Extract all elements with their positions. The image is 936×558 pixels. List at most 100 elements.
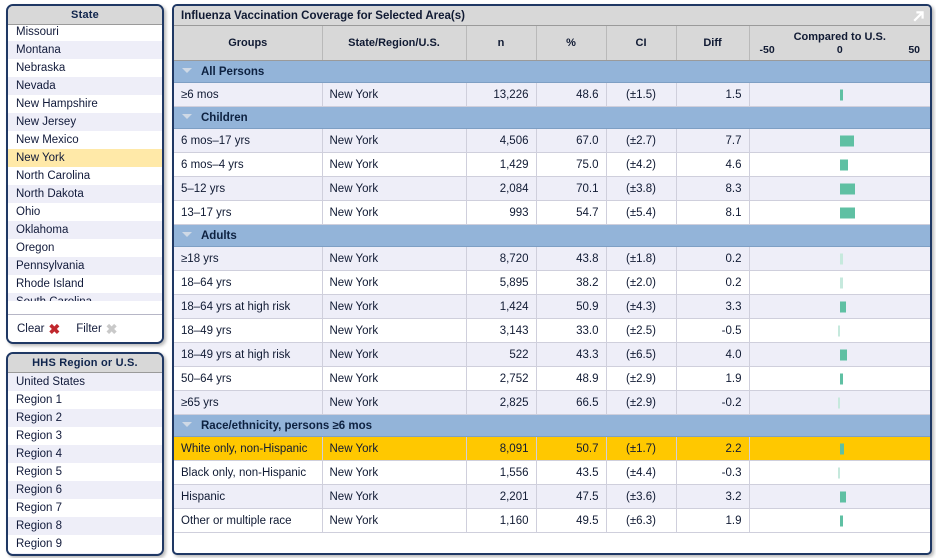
chevron-down-icon[interactable] <box>182 67 192 73</box>
list-item[interactable]: North Dakota <box>8 185 162 203</box>
table-row[interactable]: Hispanic New York 2,201 47.5 (±3.6) 3.2 <box>174 484 930 509</box>
cell-area: New York <box>322 270 467 295</box>
cell-ci: (±3.6) <box>606 484 677 509</box>
table-row[interactable]: 18–49 yrs New York 3,143 33.0 (±2.5) -0.5 <box>174 318 930 343</box>
cell-n: 5,895 <box>466 270 537 295</box>
cell-compared-bar <box>749 436 930 461</box>
list-item[interactable]: Region 7 <box>8 499 162 517</box>
cell-diff: -0.3 <box>676 460 750 485</box>
col-ci[interactable]: CI <box>606 26 677 61</box>
list-item[interactable]: Rhode Island <box>8 275 162 293</box>
cell-diff: 1.9 <box>676 366 750 391</box>
cell-percent: 54.7 <box>536 200 607 225</box>
table-row[interactable]: Black only, non-Hispanic New York 1,556 43.… <box>174 460 930 485</box>
list-item[interactable]: Nevada <box>8 77 162 95</box>
cell-ci: (±6.3) <box>606 508 677 533</box>
cell-diff: 1.9 <box>676 508 750 533</box>
cell-ci: (±2.0) <box>606 270 677 295</box>
table-row[interactable]: 18–64 yrs New York 5,895 38.2 (±2.0) 0.2 <box>174 270 930 295</box>
table-row[interactable]: 6 mos–4 yrs New York 1,429 75.0 (±4.2) 4.6 <box>174 152 930 177</box>
cell-area: New York <box>322 366 467 391</box>
table-row[interactable]: ≥65 yrs New York 2,825 66.5 (±2.9) -0.2 <box>174 390 930 415</box>
chevron-down-icon[interactable] <box>182 421 192 427</box>
list-item[interactable]: Region 10 <box>8 553 162 554</box>
table-row[interactable]: 50–64 yrs New York 2,752 48.9 (±2.9) 1.9 <box>174 366 930 391</box>
list-item[interactable]: Region 9 <box>8 535 162 553</box>
cell-area: New York <box>322 460 467 485</box>
cell-ci: (±2.7) <box>606 128 677 153</box>
table-row[interactable]: White only, non-Hispanic New York 8,091 50.… <box>174 436 930 461</box>
section-header-row[interactable]: Adults <box>174 224 930 247</box>
cell-ci: (±1.7) <box>606 436 677 461</box>
list-item[interactable]: Region 8 <box>8 517 162 535</box>
list-item[interactable]: Region 1 <box>8 391 162 409</box>
col-groups[interactable]: Groups <box>174 26 323 61</box>
cell-area: New York <box>322 318 467 343</box>
list-item[interactable]: North Carolina <box>8 167 162 185</box>
diff-bar <box>837 397 840 408</box>
list-item[interactable]: New Hampshire <box>8 95 162 113</box>
list-item[interactable]: Ohio <box>8 203 162 221</box>
col-n[interactable]: n <box>466 26 537 61</box>
list-item[interactable]: Montana <box>8 41 162 59</box>
filter-button-label: Filter <box>76 322 102 335</box>
filter-button[interactable]: Filter ✖ <box>76 322 117 336</box>
axis-tick-mid: 0 <box>836 44 843 56</box>
cell-n: 1,556 <box>466 460 537 485</box>
state-list[interactable]: MississippiMissouriMontanaNebraskaNevada… <box>8 25 162 301</box>
list-item[interactable]: Pennsylvania <box>8 257 162 275</box>
list-item[interactable]: New Mexico <box>8 131 162 149</box>
cell-n: 2,825 <box>466 390 537 415</box>
cell-ci: (±4.4) <box>606 460 677 485</box>
list-item[interactable]: Region 2 <box>8 409 162 427</box>
list-item[interactable]: Oregon <box>8 239 162 257</box>
table-row[interactable]: 5–12 yrs New York 2,084 70.1 (±3.8) 8.3 <box>174 176 930 201</box>
chevron-down-icon[interactable] <box>182 113 192 119</box>
list-item[interactable]: Nebraska <box>8 59 162 77</box>
list-item[interactable]: New York <box>8 149 162 167</box>
col-diff[interactable]: Diff <box>676 26 750 61</box>
list-item[interactable]: Missouri <box>8 25 162 41</box>
cell-group: 18–64 yrs at high risk <box>174 294 323 319</box>
cell-percent: 43.5 <box>536 460 607 485</box>
cell-compared-bar <box>749 484 930 509</box>
cell-percent: 66.5 <box>536 390 607 415</box>
cell-ci: (±1.5) <box>606 82 677 107</box>
section-header-cell: Adults <box>174 224 930 247</box>
cell-group: 50–64 yrs <box>174 366 323 391</box>
list-item[interactable]: Region 5 <box>8 463 162 481</box>
cell-ci: (±5.4) <box>606 200 677 225</box>
cell-compared-bar <box>749 152 930 177</box>
cell-ci: (±4.3) <box>606 294 677 319</box>
cell-group: ≥6 mos <box>174 82 323 107</box>
list-item[interactable]: Oklahoma <box>8 221 162 239</box>
cell-n: 1,424 <box>466 294 537 319</box>
section-header-row[interactable]: Race/ethnicity, persons ≥6 mos <box>174 414 930 437</box>
cell-n: 2,752 <box>466 366 537 391</box>
col-compared-to-us[interactable]: Compared to U.S. -50 0 50 <box>749 26 930 61</box>
list-item[interactable]: Region 4 <box>8 445 162 463</box>
cell-compared-bar <box>749 366 930 391</box>
section-header-row[interactable]: Children <box>174 106 930 129</box>
table-row[interactable]: Other or multiple race New York 1,160 49.5(… <box>174 508 930 533</box>
chevron-down-icon[interactable] <box>182 231 192 237</box>
table-row[interactable]: 13–17 yrs New York 993 54.7 (±5.4) 8.1 <box>174 200 930 225</box>
table-row[interactable]: 6 mos–17 yrs New York 4,506 67.0 (±2.7) 7.7 <box>174 128 930 153</box>
list-item[interactable]: New Jersey <box>8 113 162 131</box>
list-item[interactable]: Region 3 <box>8 427 162 445</box>
table-row[interactable]: ≥18 yrs New York 8,720 43.8 (±1.8) 0.2 <box>174 246 930 271</box>
cell-group: ≥65 yrs <box>174 390 323 415</box>
col-area[interactable]: State/Region/U.S. <box>322 26 467 61</box>
list-item[interactable]: Region 6 <box>8 481 162 499</box>
table-row[interactable]: ≥6 mos New York 13,226 48.6 (±1.5) 1.5 <box>174 82 930 107</box>
cell-n: 2,084 <box>466 176 537 201</box>
col-percent[interactable]: % <box>536 26 607 61</box>
region-list[interactable]: United States Region 1 Region 2 Region 3 Reg… <box>8 373 162 554</box>
expand-arrow-icon[interactable] <box>908 6 930 26</box>
section-header-row[interactable]: All Persons <box>174 60 930 83</box>
clear-button[interactable]: Clear ✖ <box>17 322 60 336</box>
list-item[interactable]: South Carolina <box>8 293 162 301</box>
table-row[interactable]: 18–49 yrs at high risk New York 522 43.3 (±6… <box>174 342 930 367</box>
table-row[interactable]: 18–64 yrs at high risk New York 1,424 50.9(… <box>174 294 930 319</box>
list-item[interactable]: United States <box>8 373 162 391</box>
